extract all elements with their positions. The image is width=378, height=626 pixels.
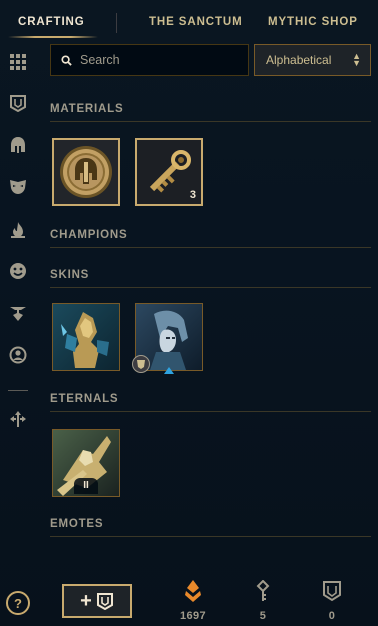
ward-icon[interactable] xyxy=(7,302,29,324)
help-button[interactable]: ? xyxy=(6,591,30,615)
material-tile-chest[interactable] xyxy=(52,138,120,206)
chroma-indicator-icon xyxy=(164,367,174,374)
skin-armor-art xyxy=(53,304,119,370)
search-field[interactable] xyxy=(50,44,249,76)
currency-bar: + 1697 5 0 xyxy=(38,566,378,626)
helmet-icon[interactable] xyxy=(7,134,29,156)
sort-dropdown[interactable]: Alphabetical ▲ ▼ xyxy=(254,44,371,76)
grid-icon[interactable] xyxy=(7,51,29,73)
key-fragment-icon xyxy=(256,580,270,601)
key-fragment-counter: 5 xyxy=(243,580,283,622)
eternal-series-badge: II xyxy=(74,478,98,494)
emote-face-icon[interactable] xyxy=(7,260,29,282)
section-title-champions: CHAMPIONS xyxy=(50,229,128,241)
section-title-emotes: EMOTES xyxy=(50,518,104,530)
flame-icon[interactable] xyxy=(7,219,29,241)
add-crest-button[interactable]: + xyxy=(62,584,132,618)
material-tile-key[interactable]: 3 xyxy=(135,138,203,206)
tab-divider xyxy=(116,13,117,33)
section-divider xyxy=(50,536,371,537)
chest-coin-icon xyxy=(54,140,118,204)
category-rail xyxy=(0,44,38,626)
search-icon xyxy=(61,54,72,66)
plus-crest-icon xyxy=(96,593,113,610)
rail-divider xyxy=(8,390,28,391)
skin-tile[interactable] xyxy=(52,303,120,371)
blue-essence-value: 1697 xyxy=(179,610,207,622)
profile-icon[interactable] xyxy=(7,344,29,366)
sort-selected-value: Alphabetical xyxy=(266,53,332,67)
plus-icon: + xyxy=(80,590,92,612)
tab-mythic-shop[interactable]: MYTHIC SHOP xyxy=(268,16,358,28)
section-title-materials: MATERIALS xyxy=(50,103,124,115)
essence-icon xyxy=(185,580,201,602)
crest-value: 0 xyxy=(328,610,336,622)
top-navigation: CRAFTING THE SANCTUM MYTHIC SHOP xyxy=(0,0,378,44)
arrows-icon[interactable] xyxy=(7,408,29,430)
section-title-eternals: ETERNALS xyxy=(50,393,119,405)
crafting-panel: CRAFTING THE SANCTUM MYTHIC SHOP ? Searc… xyxy=(0,0,378,626)
section-divider xyxy=(50,411,371,412)
section-divider xyxy=(50,121,371,122)
active-tab-indicator xyxy=(8,36,98,38)
blue-essence-counter: 1697 xyxy=(173,580,213,622)
key-count: 3 xyxy=(189,189,196,201)
sort-chevron-icon: ▲ ▼ xyxy=(352,51,361,68)
crest-icon[interactable] xyxy=(7,92,29,114)
section-divider xyxy=(50,287,371,288)
key-fragment-value: 5 xyxy=(259,610,267,622)
tab-the-sanctum[interactable]: THE SANCTUM xyxy=(149,16,243,28)
crest-icon xyxy=(323,581,341,602)
rarity-gem-icon xyxy=(132,355,150,373)
eternal-tile[interactable]: II xyxy=(52,429,120,497)
section-divider xyxy=(50,247,371,248)
mask-icon[interactable] xyxy=(7,175,29,197)
section-title-skins: SKINS xyxy=(50,269,90,281)
crest-counter: 0 xyxy=(312,580,352,622)
tab-crafting[interactable]: CRAFTING xyxy=(18,16,85,28)
search-input[interactable] xyxy=(80,53,240,67)
